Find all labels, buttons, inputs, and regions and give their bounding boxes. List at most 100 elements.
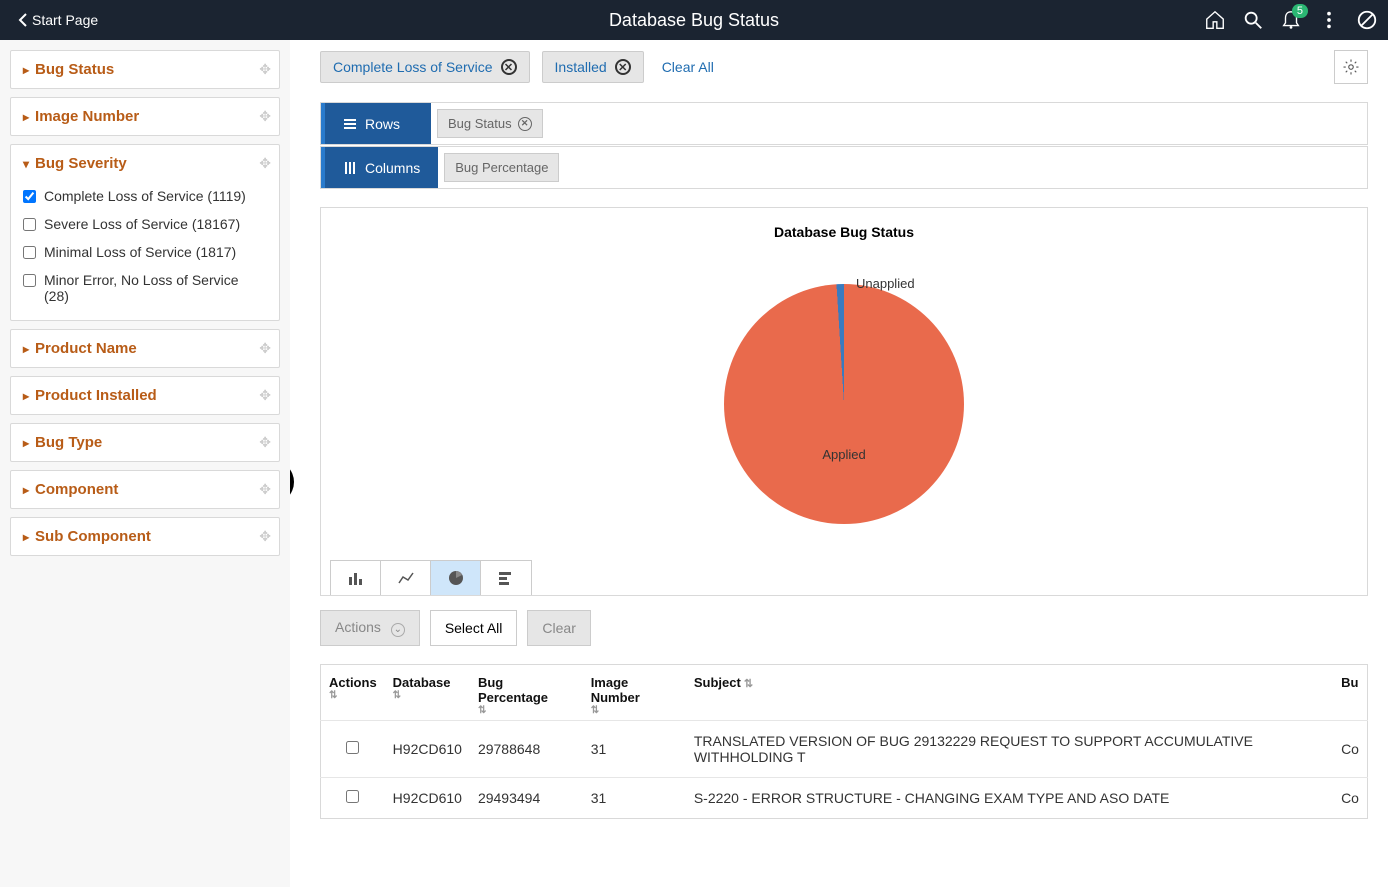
facet-header[interactable]: ▸Component (23, 481, 267, 498)
chart-type-line[interactable] (381, 561, 431, 595)
sort-icon: ⇅ (741, 678, 753, 690)
cell-image_number: 31 (583, 720, 686, 777)
columns-icon (343, 161, 357, 175)
drag-handle-icon[interactable]: ✥ (259, 340, 271, 357)
column-header[interactable]: Bu (1333, 664, 1367, 720)
chart-type-pie[interactable] (431, 561, 481, 595)
sort-icon: ⇅ (329, 690, 377, 701)
caret-down-icon: ▾ (23, 157, 29, 171)
facet-header[interactable]: ▸Product Name (23, 340, 267, 357)
notification-badge: 5 (1292, 4, 1308, 18)
pivot-chip-bug-status[interactable]: Bug Status ✕ (437, 109, 543, 138)
back-button[interactable]: Start Page (10, 8, 106, 32)
column-header[interactable]: Actions⇅ (321, 664, 385, 720)
facet-header[interactable]: ▾Bug Severity (23, 155, 267, 172)
cell-bug_percentage: 29788648 (470, 720, 583, 777)
drag-handle-icon[interactable]: ✥ (259, 155, 271, 172)
column-header[interactable]: Bug Percentage⇅ (470, 664, 583, 720)
main-content: Complete Loss of Service✕ Installed✕ Clea… (290, 40, 1388, 887)
cell-database: H92CD610 (385, 720, 470, 777)
pivot-columns: Columns Bug Percentage (320, 146, 1368, 189)
notifications-icon[interactable]: 5 (1280, 9, 1302, 31)
gear-icon (1342, 58, 1360, 76)
row-checkbox[interactable] (346, 741, 359, 754)
close-icon[interactable]: ✕ (501, 59, 517, 75)
drag-handle-icon[interactable]: ✥ (259, 434, 271, 451)
pie-chart[interactable]: Unapplied Applied (724, 284, 964, 524)
facet-checkbox[interactable] (23, 274, 36, 287)
block-icon[interactable] (1356, 9, 1378, 31)
close-icon[interactable]: ✕ (615, 59, 631, 75)
pivot-columns-label[interactable]: Columns (321, 147, 438, 188)
pivot-chip-bug-percentage[interactable]: Bug Percentage (444, 153, 559, 182)
cell-truncated: Co (1333, 720, 1367, 777)
facet-checkbox[interactable] (23, 246, 36, 259)
page-title: Database Bug Status (609, 10, 779, 31)
top-nav: Start Page Database Bug Status 5 (0, 0, 1388, 40)
facet-header[interactable]: ▸Product Installed (23, 387, 267, 404)
chart-type-bar[interactable] (331, 561, 381, 595)
facet-header[interactable]: ▸Image Number (23, 108, 267, 125)
facet-item[interactable]: Minor Error, No Loss of Service (28) (23, 266, 267, 310)
search-icon[interactable] (1242, 9, 1264, 31)
table-actions-row: Actions ⌄ Select All Clear (320, 610, 1368, 646)
settings-button[interactable] (1334, 50, 1368, 84)
facet-checkbox[interactable] (23, 218, 36, 231)
facet-sidebar: ▸Bug Status✥▸Image Number✥▾Bug Severity✥… (0, 40, 290, 887)
cell-subject: TRANSLATED VERSION OF BUG 29132229 REQUE… (686, 720, 1333, 777)
select-all-button[interactable]: Select All (430, 610, 518, 646)
facet-bug-severity: ▾Bug Severity✥ Complete Loss of Service (… (10, 144, 280, 321)
facet-header[interactable]: ▸Bug Status (23, 61, 267, 78)
facet-bug-status: ▸Bug Status✥ (10, 50, 280, 89)
drag-handle-icon[interactable]: ✥ (259, 387, 271, 404)
caret-right-icon: ▸ (23, 63, 29, 77)
cell-subject: S-2220 - ERROR STRUCTURE - CHANGING EXAM… (686, 777, 1333, 818)
facet-product-installed: ▸Product Installed✥ (10, 376, 280, 415)
cell-database: H92CD610 (385, 777, 470, 818)
facet-bug-type: ▸Bug Type✥ (10, 423, 280, 462)
sort-icon: ⇅ (393, 690, 462, 701)
drag-handle-icon[interactable]: ✥ (259, 61, 271, 78)
clear-all-link[interactable]: Clear All (662, 59, 714, 75)
facet-item[interactable]: Complete Loss of Service (1119) (23, 182, 267, 210)
caret-right-icon: ▸ (23, 530, 29, 544)
facet-header[interactable]: ▸Sub Component (23, 528, 267, 545)
column-header[interactable]: Subject ⇅ (686, 664, 1333, 720)
facet-checkbox[interactable] (23, 190, 36, 203)
filter-chip[interactable]: Complete Loss of Service✕ (320, 51, 530, 83)
sidebar-collapse-handle[interactable] (290, 460, 294, 504)
table-row: H92CD6102978864831TRANSLATED VERSION OF … (321, 720, 1368, 777)
column-header[interactable]: Image Number⇅ (583, 664, 686, 720)
chart-type-hbar[interactable] (481, 561, 531, 595)
facet-header[interactable]: ▸Bug Type (23, 434, 267, 451)
chart-title: Database Bug Status (331, 224, 1357, 240)
close-icon: ✕ (518, 117, 532, 131)
drag-handle-icon[interactable]: ✥ (259, 528, 271, 545)
facet-component: ▸Component✥ (10, 470, 280, 509)
pivot-rows-label[interactable]: Rows (321, 103, 431, 144)
chart-type-toolbar (330, 560, 532, 595)
chevron-down-icon: ⌄ (391, 623, 405, 637)
pivot-rows: Rows Bug Status ✕ (320, 102, 1368, 145)
chevron-left-icon (18, 13, 28, 27)
drag-handle-icon[interactable]: ✥ (259, 481, 271, 498)
results-table: Actions⇅Database⇅Bug Percentage⇅Image Nu… (320, 664, 1368, 819)
caret-right-icon: ▸ (23, 483, 29, 497)
overflow-menu-icon[interactable] (1318, 9, 1340, 31)
row-checkbox[interactable] (346, 790, 359, 803)
actions-button[interactable]: Actions ⌄ (320, 610, 420, 646)
drag-handle-icon[interactable]: ✥ (259, 108, 271, 125)
facet-sub-component: ▸Sub Component✥ (10, 517, 280, 556)
caret-right-icon: ▸ (23, 110, 29, 124)
filter-chip[interactable]: Installed✕ (542, 51, 644, 83)
column-header[interactable]: Database⇅ (385, 664, 470, 720)
back-label: Start Page (32, 12, 98, 28)
home-icon[interactable] (1204, 9, 1226, 31)
sort-icon: ⇅ (478, 705, 575, 716)
facet-item[interactable]: Severe Loss of Service (18167) (23, 210, 267, 238)
rows-icon (343, 117, 357, 131)
facet-item[interactable]: Minimal Loss of Service (1817) (23, 238, 267, 266)
caret-right-icon: ▸ (23, 436, 29, 450)
clear-button[interactable]: Clear (527, 610, 590, 646)
cell-truncated: Co (1333, 777, 1367, 818)
